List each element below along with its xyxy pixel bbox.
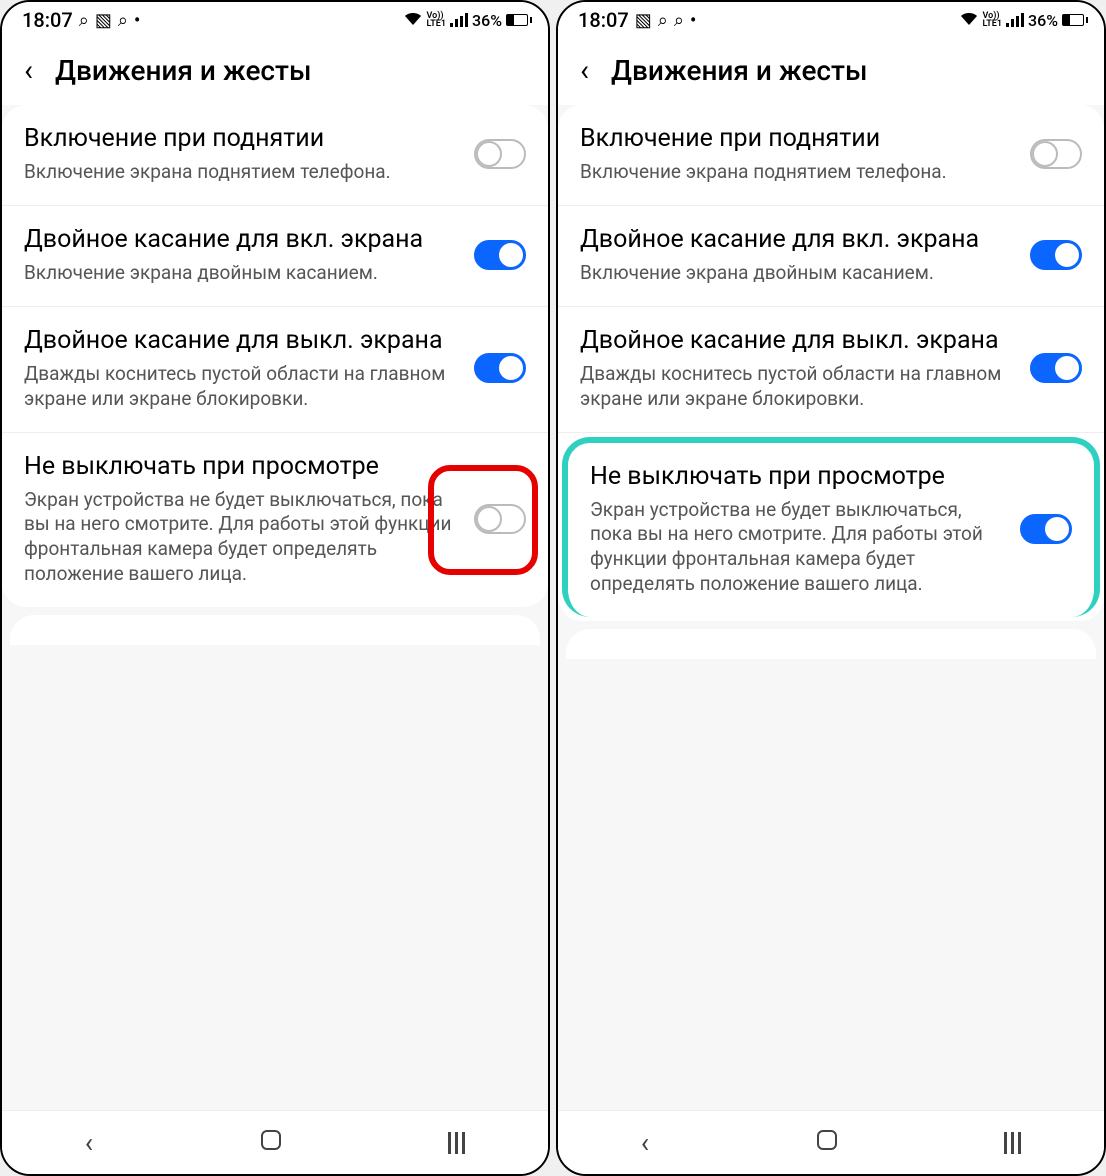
search-icon: ⌕: [118, 10, 128, 31]
nav-home-button[interactable]: [231, 1120, 311, 1165]
wifi-icon: [404, 10, 422, 31]
setting-title: Двойное касание для вкл. экрана: [580, 224, 1018, 255]
nav-recents-button[interactable]: [420, 1124, 493, 1162]
setting-title: Не выключать при просмотре: [24, 451, 462, 482]
toggle-double-tap-on[interactable]: [1030, 240, 1082, 270]
setting-lift-to-wake[interactable]: Включение при поднятии Включение экрана …: [558, 105, 1104, 206]
volte-icon: Vo))LTE1: [426, 12, 446, 28]
title-bar: ‹ Движения и жесты: [2, 34, 548, 105]
title-bar: ‹ Движения и жесты: [558, 34, 1104, 105]
setting-smart-stay[interactable]: Не выключать при просмотре Экран устройс…: [2, 433, 548, 607]
battery-percent: 36%: [1028, 11, 1058, 30]
toggle-smart-stay[interactable]: [1020, 514, 1072, 544]
setting-smart-stay[interactable]: Не выключать при просмотре Экран устройс…: [562, 437, 1100, 617]
search-icon: ⌕: [674, 10, 684, 31]
toggle-double-tap-off[interactable]: [474, 353, 526, 383]
back-button[interactable]: ‹: [574, 56, 595, 86]
nav-bar: ‹: [558, 1110, 1104, 1174]
nav-recents-button[interactable]: [976, 1124, 1049, 1162]
setting-desc: Включение экрана двойным касанием.: [24, 261, 462, 286]
status-bar: 18:07 ▧ ⌕ ⌕ • Vo))LTE1 36%: [558, 2, 1104, 34]
battery-icon: [506, 14, 532, 26]
search-icon: ⌕: [658, 10, 668, 31]
setting-desc: Включение экрана поднятием телефона.: [24, 160, 462, 185]
next-card-peek: [566, 629, 1096, 659]
page-title: Движения и жесты: [611, 54, 867, 87]
battery-icon: [1062, 14, 1088, 26]
setting-title: Включение при поднятии: [580, 123, 1018, 154]
toggle-double-tap-off[interactable]: [1030, 353, 1082, 383]
gallery-icon: ▧: [95, 10, 112, 31]
setting-title: Не выключать при просмотре: [590, 461, 1008, 492]
setting-title: Двойное касание для выкл. экрана: [24, 325, 462, 356]
dot-icon: •: [134, 10, 140, 31]
status-time: 18:07: [578, 8, 629, 32]
nav-back-button[interactable]: ‹: [613, 1121, 677, 1165]
setting-double-tap-on[interactable]: Двойное касание для вкл. экрана Включени…: [2, 206, 548, 307]
nav-back-button[interactable]: ‹: [57, 1121, 121, 1165]
search-icon: ⌕: [79, 10, 89, 31]
setting-double-tap-off[interactable]: Двойное касание для выкл. экрана Дважды …: [2, 307, 548, 433]
toggle-lift-to-wake[interactable]: [474, 139, 526, 169]
page-title: Движения и жесты: [55, 54, 311, 87]
setting-desc: Экран устройства не будет выключаться, п…: [24, 488, 462, 587]
battery-percent: 36%: [472, 11, 502, 30]
phone-screenshot-right: 18:07 ▧ ⌕ ⌕ • Vo))LTE1 36% ‹ Движения и …: [556, 0, 1106, 1176]
setting-desc: Включение экрана поднятием телефона.: [580, 160, 1018, 185]
setting-double-tap-on[interactable]: Двойное касание для вкл. экрана Включени…: [558, 206, 1104, 307]
status-bar: 18:07 ⌕ ▧ ⌕ • Vo))LTE1 36%: [2, 2, 548, 34]
signal-icon: [450, 13, 468, 27]
setting-desc: Включение экрана двойным касанием.: [580, 261, 1018, 286]
nav-bar: ‹: [2, 1110, 548, 1174]
setting-title: Двойное касание для вкл. экрана: [24, 224, 462, 255]
setting-title: Двойное касание для выкл. экрана: [580, 325, 1018, 356]
nav-home-button[interactable]: [787, 1120, 867, 1165]
setting-double-tap-off[interactable]: Двойное касание для выкл. экрана Дважды …: [558, 307, 1104, 433]
dot-icon: •: [690, 10, 696, 31]
status-time: 18:07: [22, 8, 73, 32]
toggle-lift-to-wake[interactable]: [1030, 139, 1082, 169]
wifi-icon: [960, 10, 978, 31]
setting-desc: Дважды коснитесь пустой области на главн…: [580, 362, 1018, 411]
setting-title: Включение при поднятии: [24, 123, 462, 154]
back-button[interactable]: ‹: [18, 56, 39, 86]
gallery-icon: ▧: [635, 10, 652, 31]
toggle-smart-stay[interactable]: [474, 504, 526, 534]
signal-icon: [1006, 13, 1024, 27]
volte-icon: Vo))LTE1: [982, 12, 1002, 28]
phone-screenshot-left: 18:07 ⌕ ▧ ⌕ • Vo))LTE1 36% ‹ Движения и …: [0, 0, 550, 1176]
setting-desc: Экран устройства не будет выключаться, п…: [590, 498, 1008, 597]
setting-lift-to-wake[interactable]: Включение при поднятии Включение экрана …: [2, 105, 548, 206]
setting-desc: Дважды коснитесь пустой области на главн…: [24, 362, 462, 411]
toggle-double-tap-on[interactable]: [474, 240, 526, 270]
next-card-peek: [10, 615, 540, 645]
